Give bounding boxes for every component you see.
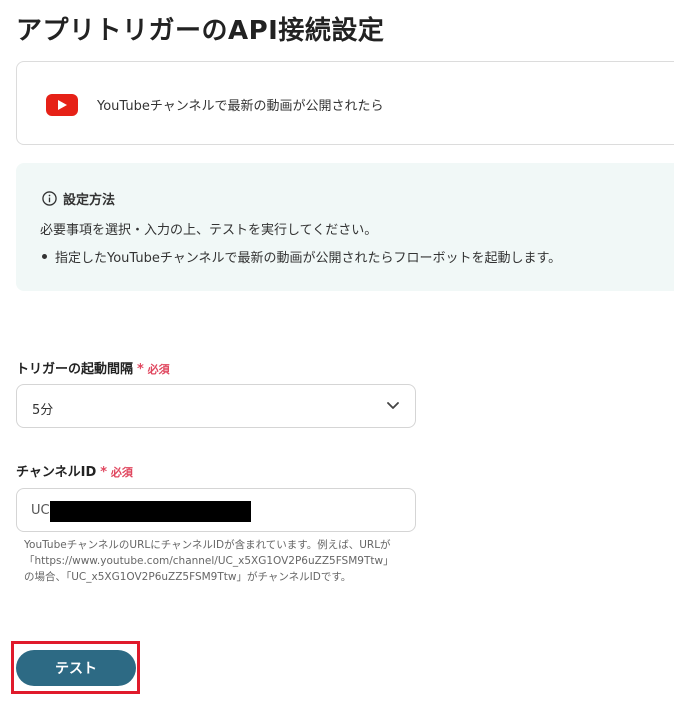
required-badge: * 必須 bbox=[137, 362, 170, 377]
info-box: 設定方法 必要事項を選択・入力の上、テストを実行してください。 指定したYouT… bbox=[16, 163, 674, 291]
interval-select-value: 5分 bbox=[32, 403, 54, 418]
required-text: 必須 bbox=[147, 363, 170, 376]
help-line: 「https://www.youtube.com/channel/UC_x5XG… bbox=[24, 555, 394, 567]
interval-label: トリガーの起動間隔 * 必須 bbox=[16, 358, 170, 377]
info-header: 設定方法 bbox=[42, 189, 115, 208]
test-button[interactable]: テスト bbox=[16, 650, 136, 686]
info-bullet-list: 指定したYouTubeチャンネルで最新の動画が公開されたらフローボットを起動しま… bbox=[40, 247, 561, 266]
interval-label-text: トリガーの起動間隔 bbox=[16, 362, 134, 377]
channel-id-input[interactable]: UC bbox=[16, 488, 416, 532]
trigger-card: YouTubeチャンネルで最新の動画が公開されたら bbox=[16, 61, 674, 145]
trigger-label: YouTubeチャンネルで最新の動画が公開されたら bbox=[97, 99, 384, 114]
help-line: の場合、「UC_x5XG1OV2P6uZZ5FSM9Ttw」がチャンネルIDです… bbox=[24, 571, 352, 583]
channel-id-label: チャンネルID * 必須 bbox=[16, 461, 133, 480]
required-badge: * 必須 bbox=[100, 465, 133, 480]
channel-id-label-text: チャンネルID bbox=[16, 465, 97, 480]
info-description: 必要事項を選択・入力の上、テストを実行してください。 bbox=[40, 223, 378, 238]
info-bullet-item: 指定したYouTubeチャンネルで最新の動画が公開されたらフローボットを起動しま… bbox=[40, 247, 561, 266]
required-text: 必須 bbox=[110, 466, 133, 479]
chevron-down-icon bbox=[387, 402, 399, 409]
redaction-bar bbox=[50, 501, 251, 522]
info-circle-icon bbox=[42, 191, 57, 206]
channel-id-value: UC bbox=[31, 503, 50, 518]
page-title: アプリトリガーのAPI接続設定 bbox=[16, 16, 385, 46]
channel-id-help: YouTubeチャンネルのURLにチャンネルIDが含まれています。例えば、URL… bbox=[24, 537, 424, 585]
interval-select[interactable]: 5分 bbox=[16, 384, 416, 428]
help-line: YouTubeチャンネルのURLにチャンネルIDが含まれています。例えば、URL… bbox=[24, 539, 391, 551]
required-star: * bbox=[100, 465, 108, 480]
info-title: 設定方法 bbox=[63, 193, 116, 208]
required-star: * bbox=[137, 362, 144, 377]
youtube-icon bbox=[46, 94, 78, 116]
